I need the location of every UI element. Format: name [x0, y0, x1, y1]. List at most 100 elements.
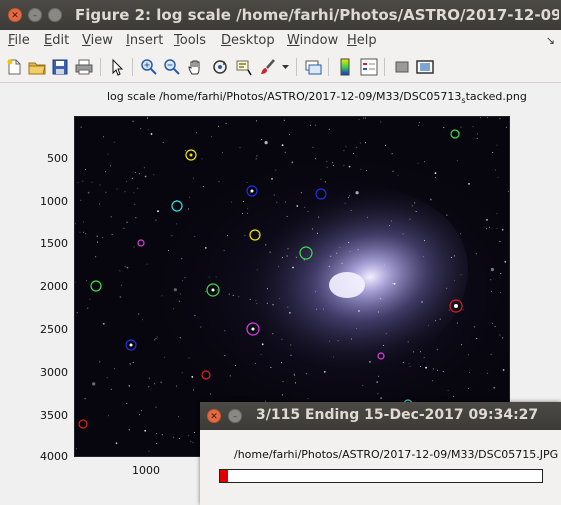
star-dot	[167, 249, 169, 251]
star-dot	[103, 136, 105, 138]
window-titlebar[interactable]: ✕ – Figure 2: log scale /home/farhi/Phot…	[0, 0, 561, 30]
open-folder-icon[interactable]	[28, 58, 46, 76]
menu-window[interactable]: Window	[287, 33, 338, 48]
star-dot	[133, 246, 135, 248]
colorbar-icon[interactable]	[336, 58, 354, 76]
menu-edit[interactable]: Edit	[44, 33, 69, 48]
star-dot	[287, 248, 289, 250]
star-dot	[266, 302, 268, 304]
star-dot	[434, 177, 436, 178]
star-dot	[380, 298, 382, 300]
menu-tools[interactable]: Tools	[174, 33, 206, 48]
star-dot	[182, 280, 184, 282]
star-dot	[124, 265, 126, 267]
star-dot	[97, 241, 98, 243]
pointer-icon[interactable]	[108, 58, 126, 76]
star-dot	[377, 393, 379, 395]
star-dot	[110, 388, 112, 390]
close-dialog-button[interactable]: ✕	[207, 409, 221, 423]
star-dot	[420, 351, 421, 353]
star-dot	[282, 381, 284, 383]
star-dot	[409, 366, 411, 368]
star-dot	[132, 361, 134, 363]
star-dot	[111, 233, 113, 235]
star-dot	[135, 217, 137, 219]
brush-icon[interactable]	[259, 58, 277, 76]
hide-plot-tools-icon[interactable]	[393, 58, 411, 76]
star-dot	[224, 355, 226, 357]
star-dot	[433, 368, 434, 370]
dropdown-arrow-icon[interactable]	[281, 58, 290, 76]
star-dot	[281, 394, 283, 396]
star-dot	[424, 240, 426, 242]
star-dot	[141, 319, 143, 321]
star-dot	[316, 232, 318, 234]
star-dot	[409, 218, 411, 220]
menu-help[interactable]: Help	[347, 33, 377, 48]
menu-view[interactable]: View	[82, 33, 113, 48]
star-dot	[232, 294, 234, 296]
link-plot-icon[interactable]	[304, 58, 322, 76]
star-dot	[261, 139, 263, 141]
y-tick-label: 3500	[40, 409, 68, 422]
star-dot	[330, 255, 332, 257]
star-dot	[300, 192, 302, 194]
star-dot	[99, 184, 101, 186]
star-dot	[133, 192, 135, 194]
star-dot	[356, 328, 357, 330]
star-dot	[201, 158, 203, 160]
menu-insert[interactable]: Insert	[126, 33, 163, 48]
star-dot	[154, 339, 156, 341]
star-dot	[155, 219, 157, 221]
star-dot	[153, 174, 155, 176]
star-dot	[87, 307, 89, 309]
star-dot	[215, 276, 217, 278]
star-dot	[332, 162, 333, 164]
star-dot	[179, 293, 181, 295]
close-window-button[interactable]: ✕	[8, 8, 22, 22]
menu-file[interactable]: File	[8, 33, 30, 48]
dialog-titlebar[interactable]: ✕ – 3/115 Ending 15-Dec-2017 09:34:27	[200, 402, 561, 430]
pan-hand-icon[interactable]	[187, 58, 205, 76]
legend-icon[interactable]	[360, 58, 378, 76]
star-dot	[284, 201, 286, 203]
maximize-window-button[interactable]	[48, 8, 62, 22]
minimize-window-button[interactable]: –	[28, 8, 42, 22]
star-dot	[496, 213, 498, 215]
star-dot	[357, 249, 359, 251]
star-dot	[154, 383, 156, 385]
star-dot	[123, 227, 125, 229]
star-dot	[446, 287, 448, 289]
star-dot	[191, 376, 194, 378]
star-dot	[486, 228, 488, 230]
star-dot	[178, 300, 180, 302]
progress-bar-fill	[220, 470, 229, 482]
zoom-in-icon[interactable]	[140, 58, 158, 76]
star-dot	[138, 173, 140, 175]
star-dot	[418, 121, 420, 123]
print-icon[interactable]	[75, 58, 93, 76]
star-dot	[147, 117, 148, 119]
zoom-out-icon[interactable]	[163, 58, 181, 76]
show-plot-tools-icon[interactable]	[416, 58, 434, 76]
star-dot	[486, 219, 488, 221]
star-dot	[225, 122, 227, 124]
save-icon[interactable]	[51, 58, 69, 76]
star-dot	[418, 124, 420, 126]
menu-overflow-arrow-icon[interactable]: ↘	[546, 34, 555, 47]
star-dot	[443, 127, 445, 129]
data-cursor-icon[interactable]	[235, 58, 253, 76]
star-dot	[264, 141, 268, 145]
star-dot	[271, 178, 273, 180]
rotate-3d-icon[interactable]	[211, 58, 229, 76]
star-dot	[172, 308, 174, 310]
menu-desktop[interactable]: Desktop	[221, 33, 275, 48]
star-dot	[270, 367, 272, 368]
star-dot	[296, 205, 299, 207]
minimize-dialog-button[interactable]: –	[228, 409, 242, 423]
new-file-icon[interactable]	[5, 58, 23, 76]
star-dot	[303, 259, 305, 261]
star-dot	[284, 151, 286, 153]
star-dot	[307, 398, 309, 400]
star-dot	[476, 133, 478, 135]
